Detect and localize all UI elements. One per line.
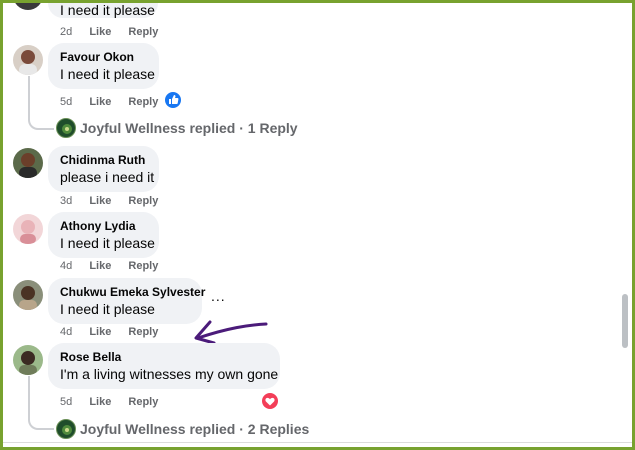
comment-author[interactable]: Favour Okon <box>60 49 147 65</box>
reply-button[interactable]: Reply <box>128 396 158 408</box>
scrollbar-thumb[interactable] <box>622 294 628 348</box>
comment-bubble: Chidinma Ruth please i need it <box>48 146 159 192</box>
replies-label: Joyful Wellness replied · 2 Replies <box>80 421 310 437</box>
reply-button[interactable]: Reply <box>128 195 158 207</box>
reply-button[interactable]: Reply <box>128 26 158 38</box>
comment-actions: 4d Like Reply <box>60 259 172 273</box>
comment-time[interactable]: 5d <box>60 396 72 408</box>
comment-actions: 5d Like Reply <box>60 95 172 109</box>
replies-label: Joyful Wellness replied · 1 Reply <box>80 120 298 136</box>
comment-text: I need it please <box>60 2 155 18</box>
like-button[interactable]: Like <box>89 195 111 207</box>
comment-bubble: Athony Lydia I need it please <box>48 212 159 258</box>
avatar[interactable] <box>13 345 43 375</box>
love-reaction-icon[interactable] <box>262 393 278 409</box>
avatar[interactable] <box>13 0 43 10</box>
comment-actions: 4d Like Reply <box>60 325 172 339</box>
comment-text: I need it please <box>60 66 155 82</box>
comment-author[interactable]: Rose Bella <box>60 349 268 365</box>
comment-actions: 5d Like Reply <box>60 395 172 409</box>
avatar[interactable] <box>13 280 43 310</box>
comment-time[interactable]: 2d <box>60 26 72 38</box>
comment-time[interactable]: 4d <box>60 260 72 272</box>
comment-text: I need it please <box>60 235 155 251</box>
avatar[interactable] <box>13 148 43 178</box>
reply-button[interactable]: Reply <box>128 260 158 272</box>
like-button[interactable]: Like <box>89 96 111 108</box>
comment-time[interactable]: 3d <box>60 195 72 207</box>
like-button[interactable]: Like <box>89 26 111 38</box>
reply-button[interactable]: Reply <box>128 326 158 338</box>
avatar-image <box>20 220 36 244</box>
page-avatar <box>56 419 76 439</box>
avatar-image <box>19 50 37 75</box>
comment-author[interactable]: Athony Lydia <box>60 218 147 234</box>
page-avatar <box>56 118 76 138</box>
view-replies-link[interactable]: Joyful Wellness replied · 2 Replies <box>56 419 309 439</box>
comment-bubble: I need it please <box>48 0 158 18</box>
more-options-button[interactable]: ... <box>211 288 226 304</box>
like-button[interactable]: Like <box>89 260 111 272</box>
thread-line <box>28 376 30 416</box>
like-button[interactable]: Like <box>89 396 111 408</box>
like-reaction-icon[interactable] <box>165 92 181 108</box>
comment-actions: 3d Like Reply <box>60 194 172 208</box>
avatar-image <box>19 351 37 375</box>
thread-elbow <box>28 412 54 430</box>
thread-line <box>28 76 30 116</box>
divider <box>0 442 635 443</box>
comment-author[interactable]: Chukwu Emeka Sylvester <box>60 284 205 300</box>
comment-time[interactable]: 5d <box>60 96 72 108</box>
comment-actions: 2d Like Reply <box>60 25 172 39</box>
like-button[interactable]: Like <box>89 326 111 338</box>
thread-elbow <box>28 112 54 130</box>
avatar-image <box>19 286 37 310</box>
comment-author[interactable]: Chidinma Ruth <box>60 152 147 168</box>
comment-text: I need it please <box>60 301 155 317</box>
view-replies-link[interactable]: Joyful Wellness replied · 1 Reply <box>56 118 298 138</box>
avatar[interactable] <box>13 214 43 244</box>
comment-text: I'm a living witnesses my own gone <box>60 366 279 382</box>
avatar[interactable] <box>13 45 43 75</box>
comment-time[interactable]: 4d <box>60 326 72 338</box>
comment-bubble: Chukwu Emeka Sylvester I need it please <box>48 278 205 324</box>
comment-bubble: Favour Okon I need it please <box>48 43 159 89</box>
avatar-image <box>19 153 37 178</box>
comment-bubble: Rose Bella I'm a living witnesses my own… <box>48 343 280 389</box>
comment-text: please i need it <box>60 169 155 185</box>
reply-button[interactable]: Reply <box>128 96 158 108</box>
